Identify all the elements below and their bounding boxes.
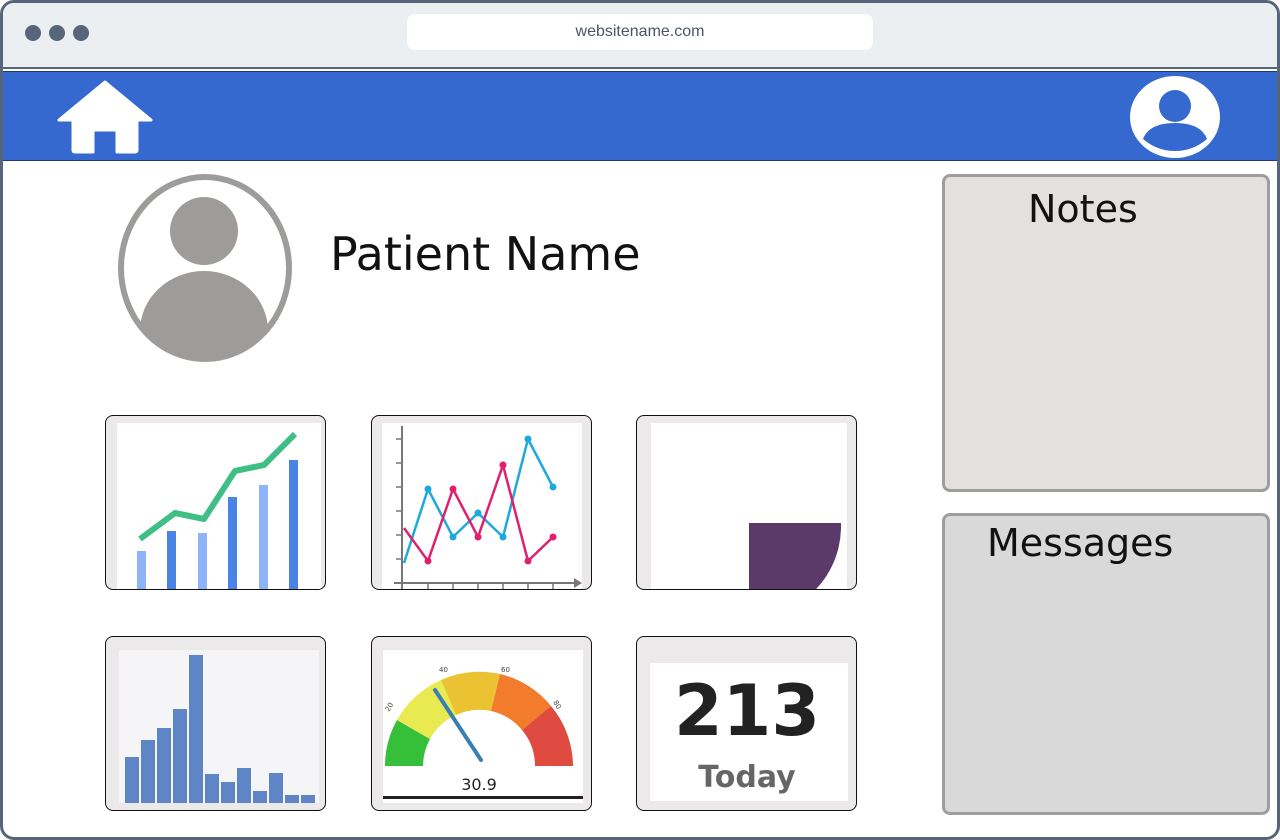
window-dot-icon[interactable]	[73, 25, 89, 41]
patient-name: Patient Name	[330, 227, 641, 281]
messages-panel[interactable]: Messages	[942, 513, 1270, 815]
stat-counter-thumbnail: 213 Today	[650, 663, 848, 801]
stat-counter-widget[interactable]: 213 Today	[636, 636, 857, 811]
window-dot-icon[interactable]	[25, 25, 41, 41]
browser-window: websitename.com Patient Name 20 40 60 80…	[0, 0, 1280, 840]
gauge-value: 30.9	[461, 775, 497, 794]
multi-line-chart-thumbnail	[382, 423, 582, 589]
messages-title: Messages	[987, 521, 1174, 565]
histogram-thumbnail	[119, 650, 319, 803]
app-navbar	[3, 71, 1277, 161]
multi-line-chart-widget[interactable]	[371, 415, 592, 590]
address-bar[interactable]: websitename.com	[407, 14, 873, 50]
pie-chart-widget[interactable]	[636, 415, 857, 590]
pie-chart-thumbnail	[651, 423, 847, 589]
notes-title: Notes	[1028, 187, 1138, 231]
gauge-thumbnail: 20 40 60 80 30.9	[383, 650, 583, 803]
browser-toolbar: websitename.com	[3, 3, 1277, 69]
bar-line-chart-thumbnail	[117, 423, 321, 589]
window-dot-icon[interactable]	[49, 25, 65, 41]
gauge-tick-label: 40	[439, 666, 448, 674]
home-icon[interactable]	[57, 80, 153, 154]
histogram-widget[interactable]	[105, 636, 326, 811]
stat-value: 213	[674, 670, 820, 752]
user-account-icon[interactable]	[1129, 75, 1221, 159]
bar-line-chart-widget[interactable]	[105, 415, 326, 590]
gauge-tick-label: 60	[501, 666, 510, 674]
gauge-widget[interactable]: 20 40 60 80 30.9	[371, 636, 592, 811]
patient-avatar-icon	[118, 174, 292, 362]
stat-label: Today	[698, 760, 796, 795]
notes-panel[interactable]: Notes	[942, 174, 1270, 492]
